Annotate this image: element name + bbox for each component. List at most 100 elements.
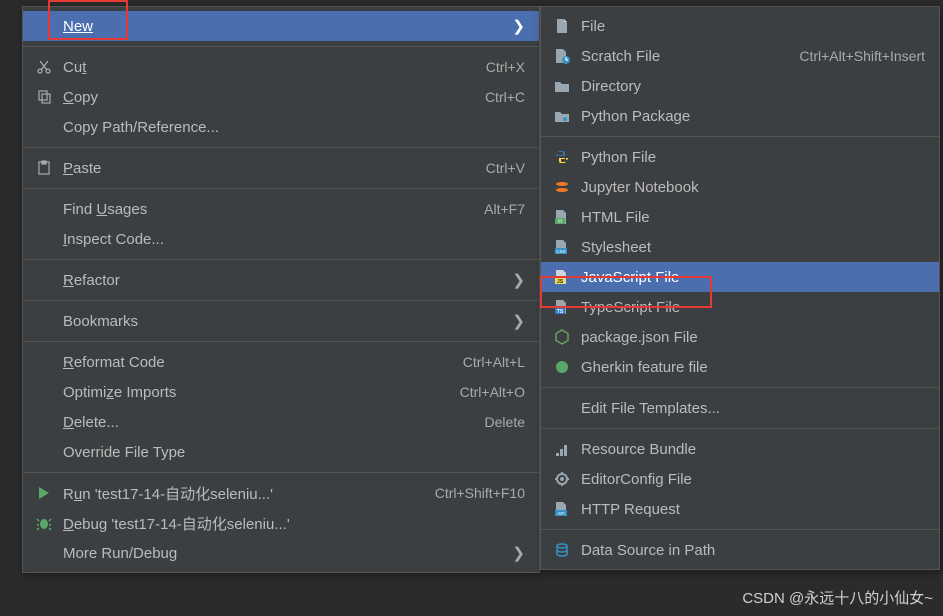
run-icon — [33, 484, 55, 502]
database-icon — [551, 541, 573, 559]
menu-label: More Run/Debug — [63, 545, 504, 562]
menu-package-json[interactable]: package.json File — [541, 322, 939, 352]
svg-text:API: API — [557, 511, 564, 516]
menu-label: TypeScript File — [581, 299, 925, 316]
menu-html-file[interactable]: H HTML File — [541, 202, 939, 232]
menu-label: Reformat Code — [63, 354, 451, 371]
nodejs-icon — [551, 328, 573, 346]
menu-label: Python File — [581, 149, 925, 166]
blank-icon — [33, 353, 55, 371]
menu-inspect[interactable]: Inspect Code... — [23, 224, 539, 254]
menu-override[interactable]: Override File Type — [23, 437, 539, 467]
context-menu-left: New ❯ Cut Ctrl+X Copy Ctrl+C Copy Path/R… — [22, 6, 540, 573]
menu-http-request[interactable]: API HTTP Request — [541, 494, 939, 524]
menu-label: Copy — [63, 89, 473, 106]
blank-icon — [33, 544, 55, 562]
ts-icon: TS — [551, 298, 573, 316]
menu-copy-path[interactable]: Copy Path/Reference... — [23, 112, 539, 142]
menu-stylesheet[interactable]: CSS Stylesheet — [541, 232, 939, 262]
shortcut: Ctrl+X — [486, 59, 525, 75]
menu-javascript-file[interactable]: JS JavaScript File — [541, 262, 939, 292]
menu-jupyter[interactable]: Jupyter Notebook — [541, 172, 939, 202]
shortcut: Ctrl+V — [486, 160, 525, 176]
blank-icon — [33, 443, 55, 461]
separator — [23, 341, 539, 342]
paste-icon — [33, 159, 55, 177]
menu-label: HTTP Request — [581, 501, 925, 518]
css-icon: CSS — [551, 238, 573, 256]
chevron-right-icon: ❯ — [512, 312, 525, 330]
menu-edit-templates[interactable]: Edit File Templates... — [541, 393, 939, 423]
blank-icon — [33, 230, 55, 248]
chevron-right-icon: ❯ — [512, 544, 525, 562]
menu-new[interactable]: New ❯ — [23, 11, 539, 41]
shortcut: Ctrl+Alt+L — [463, 354, 525, 370]
menu-label: Scratch File — [581, 48, 787, 65]
separator — [23, 46, 539, 47]
shortcut: Alt+F7 — [484, 201, 525, 217]
menu-python-file[interactable]: Python File — [541, 142, 939, 172]
menu-python-package[interactable]: Python Package — [541, 101, 939, 131]
separator — [23, 300, 539, 301]
watermark: CSDN @永远十八的小仙女~ — [742, 587, 933, 608]
separator — [23, 259, 539, 260]
menu-file[interactable]: File — [541, 11, 939, 41]
menu-label: Inspect Code... — [63, 231, 525, 248]
menu-label: Paste — [63, 160, 474, 177]
menu-optimize[interactable]: Optimize Imports Ctrl+Alt+O — [23, 377, 539, 407]
menu-label: package.json File — [581, 329, 925, 346]
menu-scratch[interactable]: Scratch File Ctrl+Alt+Shift+Insert — [541, 41, 939, 71]
copy-icon — [33, 88, 55, 106]
menu-label: Stylesheet — [581, 239, 925, 256]
shortcut: Delete — [485, 414, 525, 430]
file-icon — [551, 17, 573, 35]
separator — [23, 188, 539, 189]
menu-find-usages[interactable]: Find Usages Alt+F7 — [23, 194, 539, 224]
menu-label: HTML File — [581, 209, 925, 226]
menu-label: Run 'test17-14-自动化seleniu...' — [63, 483, 423, 504]
python-icon — [551, 148, 573, 166]
chevron-right-icon: ❯ — [512, 17, 525, 35]
shortcut: Ctrl+C — [485, 89, 525, 105]
blank-icon — [33, 200, 55, 218]
menu-reformat[interactable]: Reformat Code Ctrl+Alt+L — [23, 347, 539, 377]
menu-delete[interactable]: Delete... Delete — [23, 407, 539, 437]
menu-debug[interactable]: Debug 'test17-14-自动化seleniu...' — [23, 508, 539, 538]
menu-label: Resource Bundle — [581, 441, 925, 458]
resource-icon — [551, 440, 573, 458]
separator — [541, 136, 939, 137]
shortcut: Ctrl+Shift+F10 — [435, 485, 525, 501]
menu-more-run[interactable]: More Run/Debug ❯ — [23, 538, 539, 568]
separator — [541, 387, 939, 388]
gherkin-icon — [551, 358, 573, 376]
menu-refactor[interactable]: Refactor ❯ — [23, 265, 539, 295]
menu-label: EditorConfig File — [581, 471, 925, 488]
menu-label: Optimize Imports — [63, 384, 448, 401]
menu-gherkin[interactable]: Gherkin feature file — [541, 352, 939, 382]
menu-cut[interactable]: Cut Ctrl+X — [23, 52, 539, 82]
menu-label: Python Package — [581, 108, 925, 125]
menu-label: Gherkin feature file — [581, 359, 925, 376]
menu-label: Refactor — [63, 272, 504, 289]
menu-run[interactable]: Run 'test17-14-自动化seleniu...' Ctrl+Shift… — [23, 478, 539, 508]
menu-copy[interactable]: Copy Ctrl+C — [23, 82, 539, 112]
menu-label: File — [581, 18, 925, 35]
menu-bookmarks[interactable]: Bookmarks ❯ — [23, 306, 539, 336]
menu-label: Delete... — [63, 414, 473, 431]
python-package-icon — [551, 107, 573, 125]
gear-icon — [551, 470, 573, 488]
folder-icon — [551, 77, 573, 95]
menu-data-source[interactable]: Data Source in Path — [541, 535, 939, 565]
submenu-new: File Scratch File Ctrl+Alt+Shift+Insert … — [540, 6, 940, 570]
menu-directory[interactable]: Directory — [541, 71, 939, 101]
menu-typescript-file[interactable]: TS TypeScript File — [541, 292, 939, 322]
menu-paste[interactable]: Paste Ctrl+V — [23, 153, 539, 183]
menu-editorconfig[interactable]: EditorConfig File — [541, 464, 939, 494]
chevron-right-icon: ❯ — [512, 271, 525, 289]
blank-icon — [551, 399, 573, 417]
blank-icon — [33, 312, 55, 330]
menu-resource-bundle[interactable]: Resource Bundle — [541, 434, 939, 464]
menu-label: JavaScript File — [581, 269, 925, 286]
svg-text:H: H — [558, 219, 562, 225]
blank-icon — [33, 383, 55, 401]
